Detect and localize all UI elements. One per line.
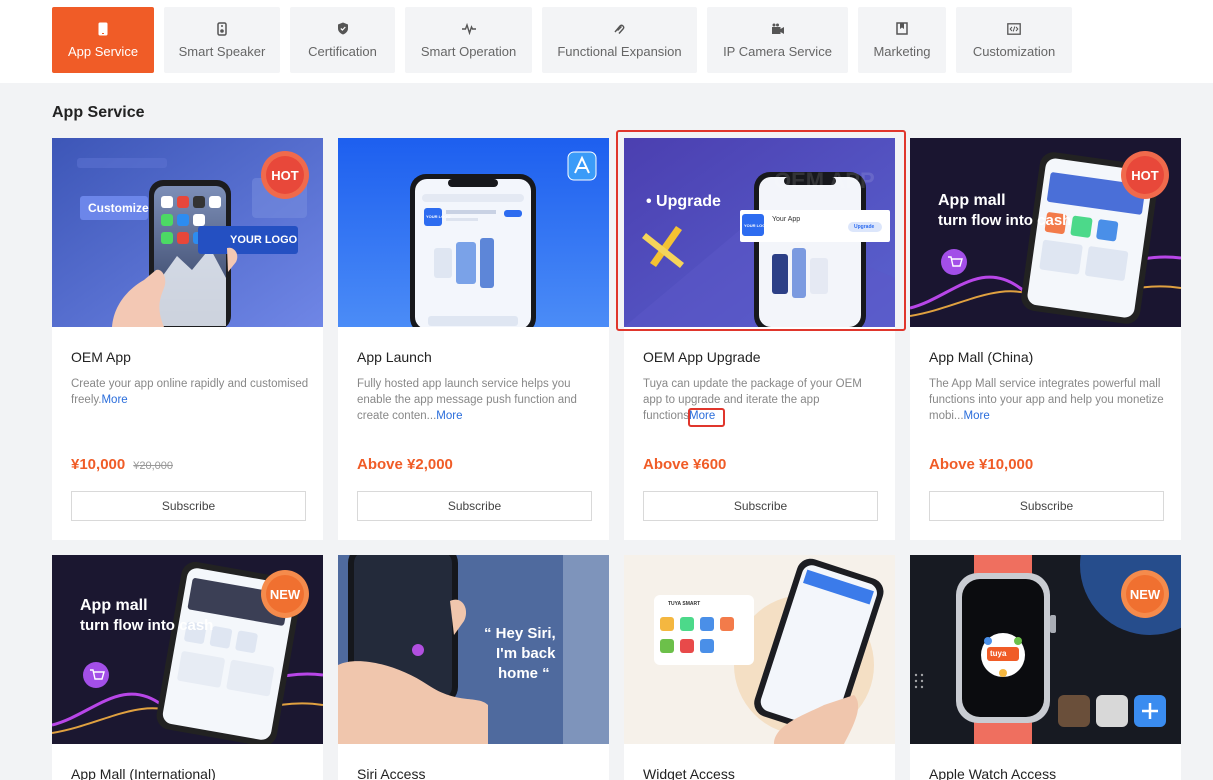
subscribe-button[interactable]: Subscribe [929, 491, 1164, 521]
more-link[interactable]: More [689, 410, 715, 422]
image-label-app-name: Your App [772, 216, 801, 223]
card-image: App mall turn flow into cash NEW [52, 555, 323, 744]
more-link[interactable]: More [964, 410, 990, 422]
image-label-logo: YOUR LOGO [230, 234, 298, 246]
image-headline-line2: turn flow into cash [80, 617, 214, 634]
card-title: Apple Watch Access [929, 766, 1057, 780]
service-card-app-mall-china: App mall turn flow into cash HOT App Mal… [910, 138, 1181, 540]
tab-label: Functional Expansion [557, 43, 682, 59]
card-description: Create your app online rapidly and custo… [71, 378, 309, 406]
new-badge: NEW [1120, 569, 1170, 619]
pulse-icon [461, 22, 476, 36]
card-title: App Launch [357, 349, 432, 365]
tab-smart-speaker[interactable]: Smart Speaker [164, 7, 280, 73]
service-card-oem-app-upgrade: OEM APP • Upgrade Your App YOUR LOGO Upg… [624, 138, 895, 540]
tab-certification[interactable]: Certification [290, 7, 395, 73]
card-description: The App Mall service integrates powerful… [929, 378, 1164, 422]
bookmark-icon [895, 22, 909, 36]
card-title: OEM App Upgrade [643, 349, 761, 365]
image-label-customize: Customize [88, 201, 149, 215]
more-link[interactable]: More [436, 410, 462, 422]
new-badge: NEW [260, 569, 310, 619]
image-label-brand: TUYA SMART [668, 601, 701, 607]
card-image: Customize YOUR LOGO HOT [52, 138, 323, 327]
image-quote-line1: “ Hey Siri, [484, 625, 556, 642]
image-label-brand: tuya [990, 649, 1007, 658]
image-quote-line2: I'm back [496, 645, 556, 662]
tab-app-service[interactable]: App Service [52, 7, 154, 73]
section-title: App Service [52, 104, 145, 121]
tab-smart-operation[interactable]: Smart Operation [405, 7, 532, 73]
image-quote-line3: home “ [498, 665, 550, 682]
image-headline-line2: turn flow into cash [938, 212, 1072, 229]
card-title: App Mall (International) [71, 766, 216, 780]
image-label-logo: YOUR LOGO [426, 214, 451, 219]
link-icon [613, 22, 627, 36]
tab-functional-expansion[interactable]: Functional Expansion [542, 7, 697, 73]
more-link[interactable]: More [101, 394, 127, 406]
card-image: TUYA SMART [624, 555, 895, 744]
tab-marketing[interactable]: Marketing [858, 7, 946, 73]
service-card-app-mall-international: App mall turn flow into cash NEW App Mal… [52, 555, 323, 780]
tab-label: Smart Speaker [178, 43, 266, 59]
card-image: OEM APP • Upgrade Your App YOUR LOGO Upg… [624, 138, 895, 327]
code-icon [1007, 22, 1021, 36]
image-label-upgrade: • Upgrade [646, 193, 721, 210]
image-label-logo: YOUR LOGO [744, 223, 769, 228]
card-title: Siri Access [357, 766, 426, 780]
subscribe-button[interactable]: Subscribe [643, 491, 878, 521]
tab-label: Certification [308, 43, 377, 59]
tab-customization[interactable]: Customization [956, 7, 1072, 73]
card-image: “ Hey Siri, I'm back home “ [338, 555, 609, 744]
image-label-upgrade-button: Upgrade [854, 224, 875, 230]
card-title: App Mall (China) [929, 349, 1034, 365]
camera-icon [771, 22, 785, 36]
phone-icon [96, 22, 110, 36]
image-watermark: OEM APP [774, 168, 875, 193]
card-price: ¥10,000 ¥20,000 [71, 456, 173, 473]
card-price: Above ¥10,000 [929, 456, 1034, 473]
service-card-apple-watch-access: tuya NEW Apple Watch Access [910, 555, 1181, 780]
image-headline-line1: App mall [80, 597, 148, 614]
tab-label: App Service [67, 43, 139, 59]
card-title: Widget Access [643, 766, 735, 780]
card-title: OEM App [71, 349, 131, 365]
card-price: Above ¥2,000 [357, 456, 453, 473]
original-price: ¥20,000 [133, 460, 173, 472]
card-description: Tuya can update the package of your OEM … [643, 378, 862, 422]
card-image: tuya NEW [910, 555, 1181, 744]
card-description: Fully hosted app launch service helps yo… [357, 378, 577, 422]
category-tab-bar: App Service Smart Speaker Certification … [0, 0, 1213, 83]
tab-label: Customization [972, 43, 1056, 59]
tab-label: IP Camera Service [723, 43, 832, 59]
speaker-icon [215, 21, 229, 36]
service-card-widget-access: TUYA SMART Widget Access [624, 555, 895, 780]
service-card-oem-app: Customize YOUR LOGO HOT OEM App Create y… [52, 138, 323, 540]
tab-ip-camera-service[interactable]: IP Camera Service [707, 7, 848, 73]
tab-label: Smart Operation [420, 43, 517, 59]
card-image: YOUR LOGO [338, 138, 609, 327]
card-image: App mall turn flow into cash HOT [910, 138, 1181, 327]
subscribe-button[interactable]: Subscribe [357, 491, 592, 521]
card-price: Above ¥600 [643, 456, 727, 473]
image-headline-line1: App mall [938, 192, 1006, 209]
shield-icon [336, 22, 350, 36]
service-card-siri-access: “ Hey Siri, I'm back home “ Siri Access [338, 555, 609, 780]
subscribe-button[interactable]: Subscribe [71, 491, 306, 521]
hot-badge: HOT [1120, 150, 1170, 200]
tab-label: Marketing [873, 43, 931, 59]
service-card-app-launch: YOUR LOGO App Launch Fully hosted app la… [338, 138, 609, 540]
hot-badge: HOT [260, 150, 310, 200]
